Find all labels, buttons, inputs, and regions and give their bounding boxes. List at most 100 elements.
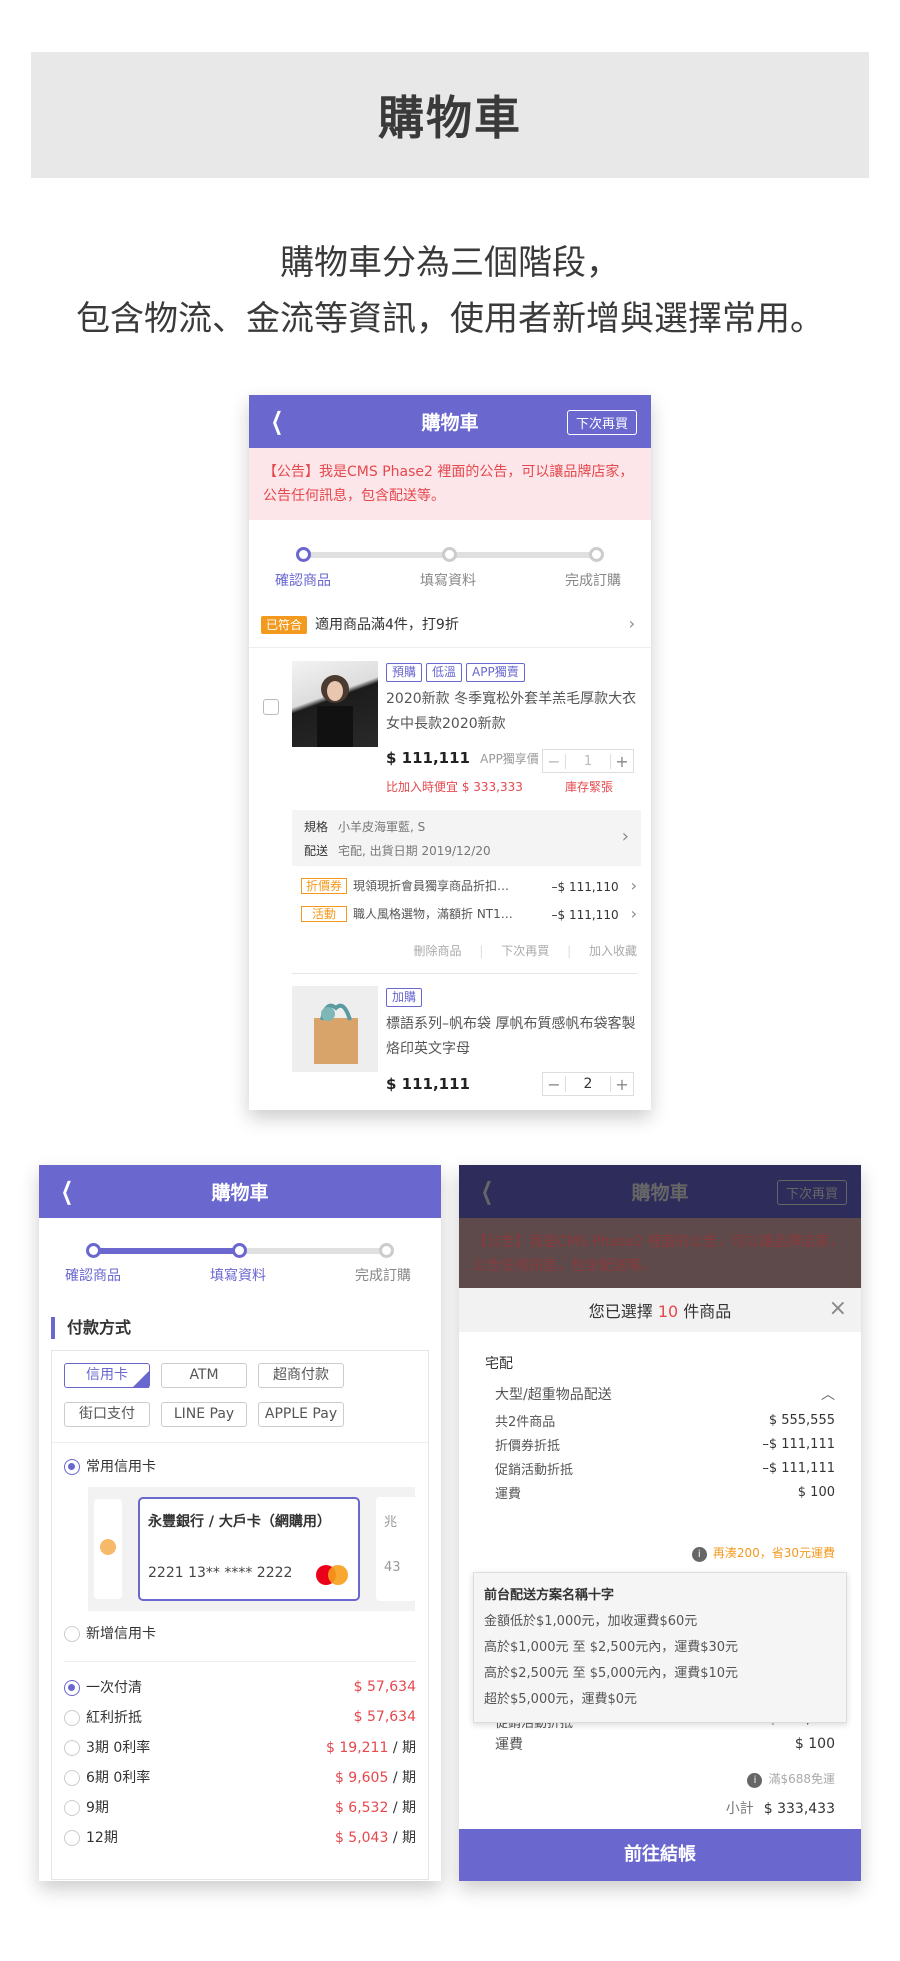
summary-line-label: 運費	[495, 1487, 522, 1502]
quantity-value[interactable]: 1	[565, 753, 611, 769]
step-label-3: 完成訂購	[355, 1268, 411, 1284]
pay-jkopay[interactable]: 街口支付	[64, 1402, 150, 1427]
header-title: 購物車	[421, 412, 479, 434]
back-icon[interactable]: ❮	[481, 1177, 493, 1205]
shipping-hint[interactable]: i 再湊200，省30元運費	[691, 1544, 835, 1562]
step-dot-1	[86, 1243, 101, 1258]
installment-label: 3期 0利率	[86, 1740, 151, 1756]
installment-label: 12期	[86, 1830, 118, 1846]
next-card-peek[interactable]: 兆 43	[376, 1497, 415, 1601]
shipping-fee-value: $ 100	[794, 1736, 835, 1752]
spec-box[interactable]: 規格 小羊皮海軍藍, S 配送 宅配, 出貨日期 2019/12/20 ›	[292, 810, 641, 866]
saved-card-label: 常用信用卡	[86, 1459, 156, 1475]
product-name[interactable]: 標語系列–帆布袋 厚帆布質感帆布袋客製烙印英文字母	[386, 1012, 641, 1062]
radio-unselected	[64, 1770, 80, 1786]
plus-button[interactable]: +	[611, 752, 633, 771]
coupon-amount: –$ 111,110	[551, 880, 619, 894]
step-dot-2	[442, 547, 457, 562]
shipping-fee-label: 運費	[495, 1737, 523, 1753]
quantity-value[interactable]: 2	[565, 1076, 611, 1092]
step-dot-1	[296, 547, 311, 562]
free-shipping-hint[interactable]: i 滿$688免運	[747, 1770, 835, 1788]
subtotal-row: 小計 $ 333,433	[726, 1798, 835, 1818]
step-label-2: 填寫資料	[210, 1268, 266, 1284]
summary-line-value: $ 100	[797, 1485, 835, 1500]
promo-text: 適用商品滿4件，打9折	[315, 616, 459, 633]
event-amount: –$ 111,110	[551, 908, 619, 922]
plus-button[interactable]: +	[611, 1075, 633, 1094]
installment-option[interactable]: 9期 $ 6,532 / 期	[64, 1797, 416, 1817]
item-price: $ 111,111	[386, 749, 470, 767]
radio-unselected	[64, 1626, 80, 1642]
sheet-title: 您已選擇 10 件商品	[588, 1302, 732, 1321]
installment-unit: / 期	[392, 1800, 416, 1816]
chevron-right-icon: ›	[630, 876, 637, 895]
card-carousel[interactable]: 永豐銀行 / 大戶卡（網購用） 2221 13** **** 2222 兆 43	[88, 1487, 415, 1611]
next-card-number: 43	[384, 1560, 401, 1575]
info-icon[interactable]: i	[691, 1547, 707, 1562]
installment-option[interactable]: 12期 $ 5,043 / 期	[64, 1827, 416, 1847]
tag-preorder: 預購	[386, 663, 423, 682]
cart-screen-summary: ❮ 購物車 下次再買 【公告】我是CMS Phase2 裡面的公告，可以讓品牌店…	[459, 1165, 861, 1881]
spec-label: 規格	[304, 820, 329, 834]
delete-item-button[interactable]: 刪除商品	[414, 944, 462, 958]
model-photo-icon	[317, 675, 353, 747]
product-name[interactable]: 2020新款 冬季寬松外套羊羔毛厚款大衣女中長款2020新款	[386, 687, 641, 737]
credit-card[interactable]: 永豐銀行 / 大戶卡（網購用） 2221 13** **** 2222	[138, 1497, 360, 1601]
installment-unit: / 期	[392, 1830, 416, 1846]
installment-amount: $ 9,605	[334, 1770, 389, 1786]
installment-label: 6期 0利率	[86, 1770, 151, 1786]
pay-line-pay[interactable]: LINE Pay	[161, 1402, 247, 1427]
saved-card-option[interactable]: 常用信用卡	[64, 1456, 156, 1476]
add-favorite-button[interactable]: 加入收藏	[589, 944, 637, 958]
shipping-group-name: 大型/超重物品配送	[495, 1387, 612, 1403]
product-image-bag[interactable]	[292, 986, 378, 1072]
shipping-group-row[interactable]: 大型/超重物品配送 ︿	[495, 1384, 835, 1404]
radio-unselected	[64, 1830, 80, 1846]
prev-card-peek[interactable]	[94, 1499, 122, 1599]
item-checkbox[interactable]	[263, 699, 279, 715]
back-icon[interactable]: ❮	[61, 1177, 73, 1205]
installment-unit: / 期	[392, 1740, 416, 1756]
step-track-fill	[95, 1248, 239, 1254]
tooltip-line: 高於$1,000元 至 $2,500元內，運費$30元	[484, 1640, 739, 1655]
subtotal-label: 小計	[725, 1801, 754, 1817]
event-row[interactable]: 活動 職人風格選物，滿額折 NT1… –$ 111,110 ›	[301, 904, 637, 923]
buy-later-item-button[interactable]: 下次再買	[501, 944, 549, 958]
app-price-label: APP獨享價	[480, 752, 539, 766]
summary-line-value: $ 555,555	[768, 1413, 835, 1428]
product-image-model[interactable]	[292, 661, 378, 747]
progress-steps: 確認商品 填寫資料 完成訂購	[249, 520, 651, 600]
checkout-button[interactable]: 前往結帳	[459, 1829, 861, 1881]
tag-addon: 加購	[386, 988, 423, 1007]
summary-line-value: –$ 111,111	[762, 1461, 835, 1476]
coupon-row[interactable]: 折價券 現領現折會員獨享商品折扣… –$ 111,110 ›	[301, 876, 637, 895]
new-card-option[interactable]: 新增信用卡	[64, 1623, 156, 1643]
shipping-fee-row: 運費 $ 100	[495, 1734, 835, 1754]
coupon-text: 現領現折會員獨享商品折扣…	[353, 879, 510, 893]
step-label-2: 填寫資料	[420, 573, 476, 589]
buy-later-button[interactable]: 下次再買	[566, 410, 637, 435]
event-badge: 活動	[301, 906, 348, 922]
minus-button[interactable]: −	[543, 1075, 565, 1094]
pay-atm[interactable]: ATM	[161, 1363, 247, 1388]
back-icon[interactable]: ❮	[271, 407, 283, 435]
pay-apple-pay[interactable]: APPLE Pay	[258, 1402, 344, 1427]
installment-option[interactable]: 一次付清 $ 57,634	[64, 1677, 416, 1697]
step-dot-2	[232, 1243, 247, 1258]
step-dot-3	[589, 547, 604, 562]
selected-count: 10	[657, 1302, 679, 1321]
pay-convenience-store[interactable]: 超商付款	[258, 1363, 344, 1388]
radio-unselected	[64, 1740, 80, 1756]
intro-line-2: 包含物流、金流等資訊，使用者新增與選擇常用。	[76, 299, 824, 339]
installment-option[interactable]: 紅利折抵 $ 57,634	[64, 1707, 416, 1727]
step-label-1: 確認商品	[275, 573, 331, 589]
installment-option[interactable]: 3期 0利率 $ 19,211 / 期	[64, 1737, 416, 1757]
minus-button[interactable]: −	[543, 752, 565, 771]
buy-later-button[interactable]: 下次再買	[776, 1180, 847, 1205]
promo-row[interactable]: 已符合 適用商品滿4件，打9折 ›	[249, 600, 651, 648]
close-icon[interactable]: ×	[829, 1296, 847, 1321]
installment-option[interactable]: 6期 0利率 $ 9,605 / 期	[64, 1767, 416, 1787]
cart-screen-confirm: ❮ 購物車 下次再買 【公告】我是CMS Phase2 裡面的公告，可以讓品牌店…	[249, 395, 651, 1110]
info-icon[interactable]: i	[747, 1773, 763, 1788]
